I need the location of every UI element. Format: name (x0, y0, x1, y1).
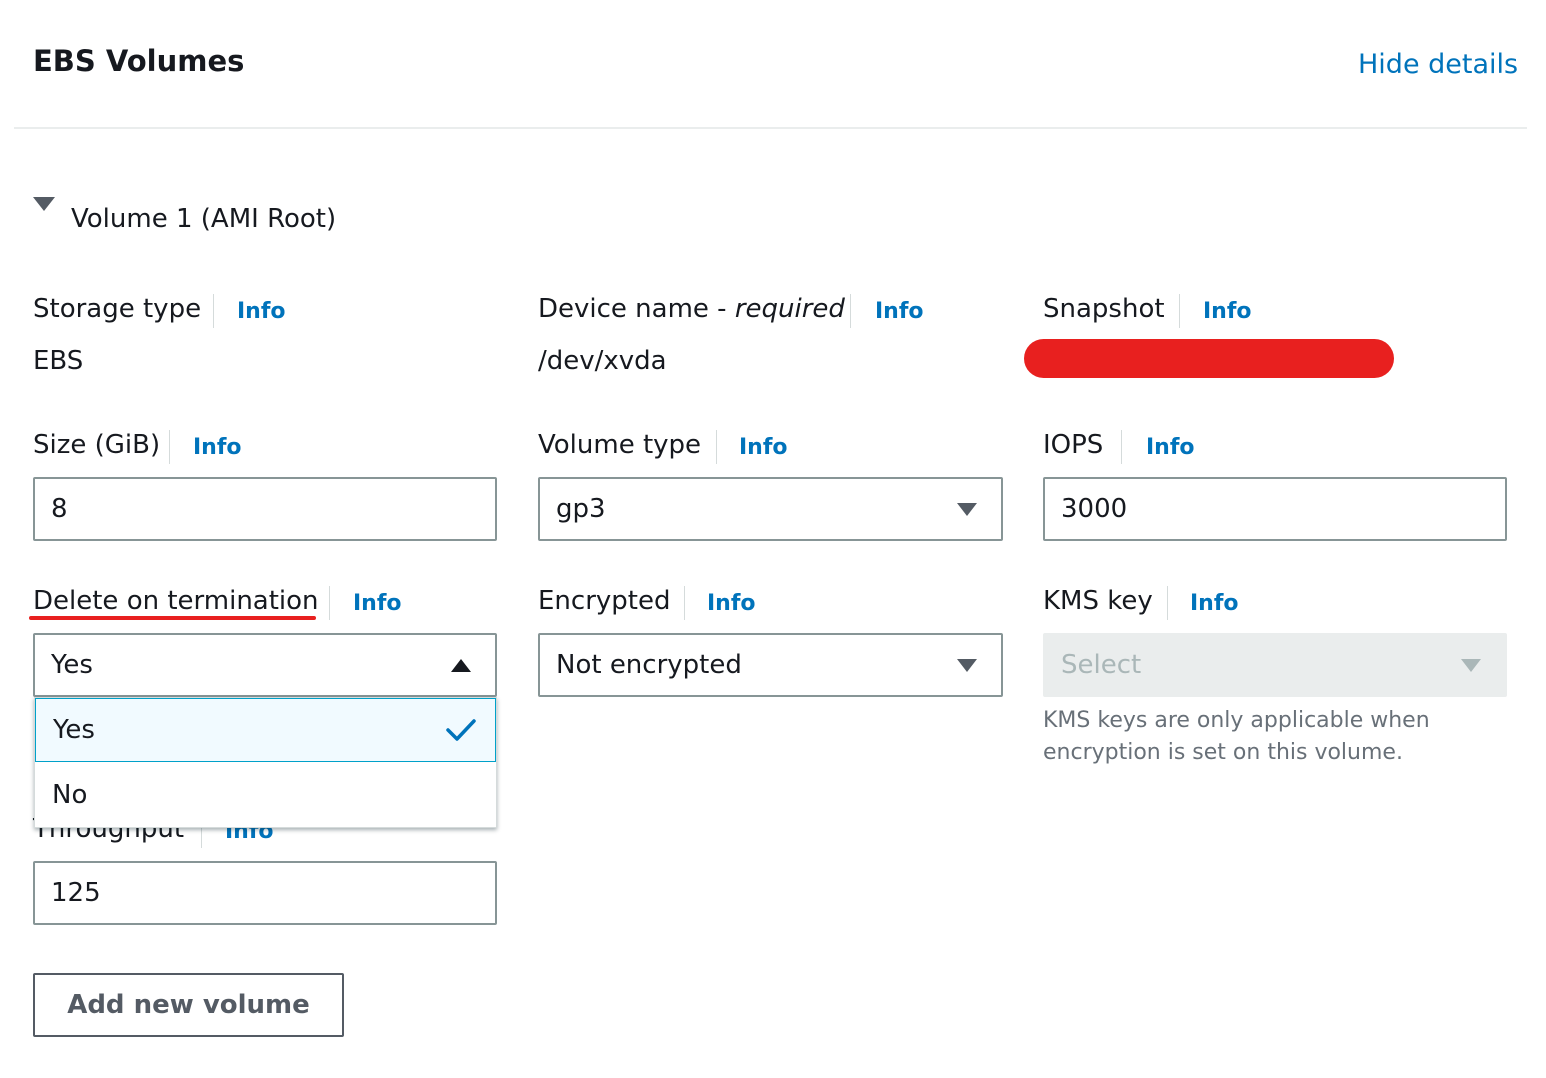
option-label: Yes (53, 715, 95, 745)
kms-key-select: Select (1043, 633, 1507, 697)
storage-type-info-link[interactable]: Info (237, 299, 286, 324)
delete-on-termination-info-link[interactable]: Info (353, 591, 402, 616)
caret-down-icon (957, 658, 977, 672)
delete-on-termination-value: Yes (51, 650, 93, 680)
delete-on-termination-menu: Yes No (34, 697, 497, 828)
kms-key-label: KMS key (1043, 586, 1153, 616)
throughput-input-value: 125 (51, 878, 101, 908)
label-separator (329, 586, 330, 620)
encrypted-value: Not encrypted (556, 650, 742, 680)
divider (14, 127, 1527, 129)
volume-type-label: Volume type (538, 430, 702, 460)
storage-type-label: Storage type (33, 294, 202, 324)
label-separator (1121, 430, 1122, 464)
caret-up-icon (451, 658, 471, 672)
volume-title[interactable]: Volume 1 (AMI Root) (71, 204, 336, 234)
snapshot-info-link[interactable]: Info (1203, 299, 1252, 324)
volume-type-info-link[interactable]: Info (739, 435, 788, 460)
device-name-label-text: Device name - (538, 294, 735, 324)
size-label: Size (GiB) (33, 430, 161, 460)
size-input[interactable]: 8 (33, 477, 497, 541)
device-name-label: Device name - required (538, 294, 845, 324)
device-name-info-link[interactable]: Info (875, 299, 924, 324)
label-separator (850, 294, 851, 328)
collapse-caret-icon[interactable] (33, 197, 55, 211)
label-separator (684, 586, 685, 620)
iops-input[interactable]: 3000 (1043, 477, 1507, 541)
iops-label: IOPS (1043, 430, 1104, 460)
throughput-input[interactable]: 125 (33, 861, 497, 925)
section-title: EBS Volumes (33, 44, 245, 78)
delete-on-termination-label: Delete on termination (33, 586, 319, 616)
label-separator (1167, 586, 1168, 620)
snapshot-label: Snapshot (1043, 294, 1165, 324)
delete-on-termination-select[interactable]: Yes (33, 633, 497, 697)
size-input-value: 8 (51, 494, 68, 524)
encrypted-info-link[interactable]: Info (707, 591, 756, 616)
caret-down-icon (957, 502, 977, 516)
label-separator (169, 430, 170, 464)
hide-details-link[interactable]: Hide details (1358, 49, 1518, 80)
storage-type-value: EBS (33, 346, 84, 376)
label-separator (716, 430, 717, 464)
kms-key-info-link[interactable]: Info (1190, 591, 1239, 616)
label-separator (213, 294, 214, 328)
kms-key-hint: KMS keys are only applicable when encryp… (1043, 708, 1430, 765)
device-name-value: /dev/xvda (538, 346, 667, 376)
caret-down-icon (1461, 658, 1481, 672)
checkmark-icon (446, 719, 476, 741)
label-separator (1179, 294, 1180, 328)
option-yes[interactable]: Yes (35, 698, 496, 762)
volume-type-value: gp3 (556, 494, 606, 524)
add-new-volume-button[interactable]: Add new volume (33, 973, 344, 1037)
option-no[interactable]: No (35, 762, 496, 827)
option-label: No (52, 779, 88, 810)
iops-info-link[interactable]: Info (1146, 435, 1195, 460)
required-label: required (734, 294, 845, 324)
kms-key-placeholder: Select (1061, 650, 1142, 680)
annotation-underline (29, 616, 316, 620)
iops-input-value: 3000 (1061, 494, 1128, 524)
volume-type-select[interactable]: gp3 (538, 477, 1003, 541)
size-info-link[interactable]: Info (193, 435, 242, 460)
encrypted-label: Encrypted (538, 586, 671, 616)
snapshot-redaction-mark (1024, 339, 1394, 378)
encrypted-select[interactable]: Not encrypted (538, 633, 1003, 697)
